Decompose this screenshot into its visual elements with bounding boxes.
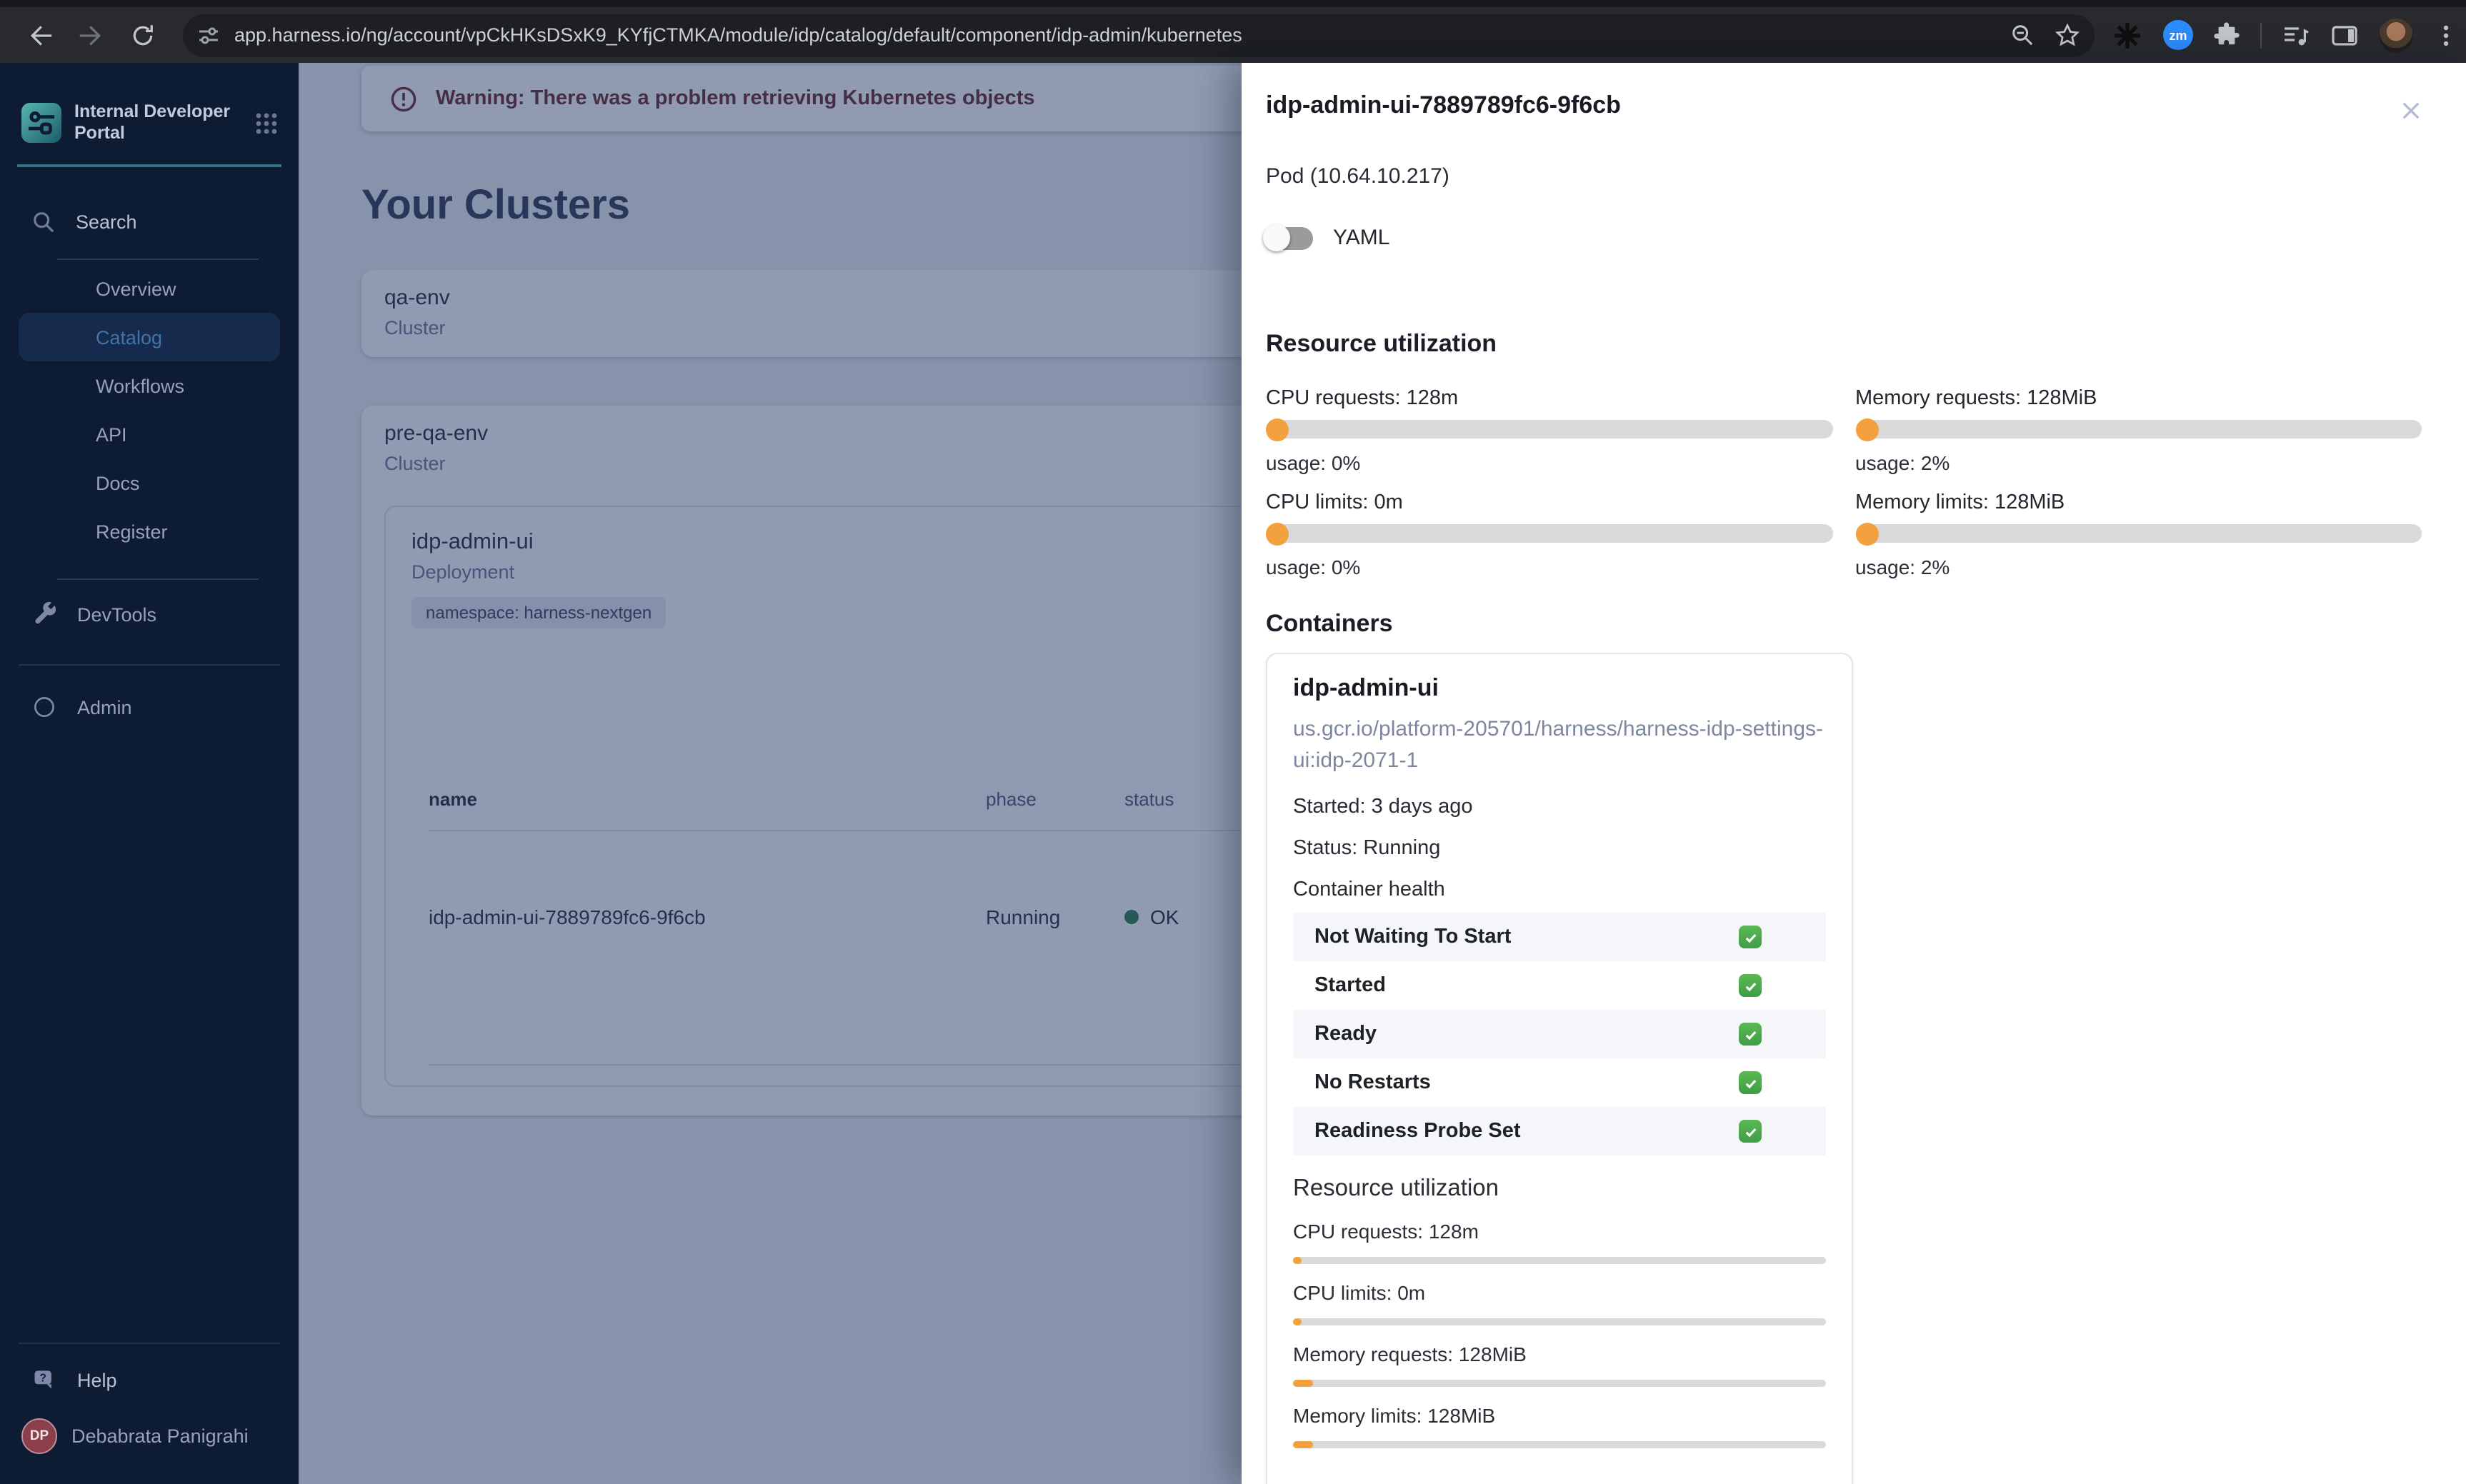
container-status: Status: Running	[1293, 837, 1441, 860]
sidebar-divider	[19, 664, 280, 666]
check-passed-icon	[1739, 974, 1762, 997]
search-icon	[31, 209, 56, 234]
memory-requests-bar	[1855, 418, 2422, 441]
site-settings-icon[interactable]	[197, 24, 220, 46]
health-check-row: Readiness Probe Set	[1293, 1107, 1826, 1155]
product-title: Internal Developer Portal	[74, 101, 231, 143]
container-name: idp-admin-ui	[1293, 674, 1439, 701]
zoom-page-icon[interactable]	[2010, 23, 2035, 47]
wrench-icon	[31, 601, 57, 627]
bar-knob	[1855, 418, 1878, 441]
container-started: Started: 3 days ago	[1293, 796, 1473, 818]
sidebar-item-devtools[interactable]: DevTools	[0, 590, 299, 638]
user-name: Debabrata Panigrahi	[71, 1425, 249, 1446]
sidebar-item-admin[interactable]: Admin	[0, 683, 299, 731]
metric-label: Memory limits: 128MiB	[1293, 1404, 1496, 1427]
bar-knob	[1266, 522, 1289, 545]
drawer-title: idp-admin-ui-7889789fc6-9f6cb	[1266, 91, 1621, 119]
toolbar-divider	[2260, 22, 2262, 48]
resource-utilization-grid: CPU requests: 128m usage: 0% CPU limits:…	[1266, 387, 2422, 596]
sidebar-item-label: Search	[76, 211, 137, 232]
sidebar-item-help[interactable]: ? Help	[0, 1355, 299, 1404]
back-icon[interactable]	[20, 15, 60, 55]
containers-heading: Containers	[1266, 610, 1393, 637]
cpu-limits-bar	[1266, 522, 1832, 545]
pod-ip-subtitle: Pod (10.64.10.217)	[1266, 164, 1449, 189]
url-bar[interactable]: app.harness.io/ng/account/vpCkHKsDSxK9_K…	[183, 14, 2095, 56]
sidebar-user[interactable]: DP Debabrata Panigrahi	[0, 1404, 299, 1467]
sidebar-divider	[57, 578, 259, 580]
metric-label: Memory requests: 128MiB	[1855, 387, 2097, 410]
cpu-requests-mini-bar	[1293, 1257, 1826, 1264]
metric-usage: usage: 0%	[1266, 556, 1361, 578]
metric-label: CPU requests: 128m	[1266, 387, 1459, 410]
check-passed-icon	[1739, 926, 1762, 948]
idp-logo	[21, 103, 61, 143]
url-text: app.harness.io/ng/account/vpCkHKsDSxK9_K…	[234, 24, 1242, 46]
metric-label: CPU requests: 128m	[1293, 1220, 1479, 1243]
container-health-heading: Container health	[1293, 878, 1445, 901]
browser-menu-kebab-icon[interactable]	[2433, 22, 2459, 48]
help-chat-icon: ?	[31, 1367, 57, 1393]
container-resource-heading: Resource utilization	[1293, 1175, 1499, 1201]
check-passed-icon	[1739, 1071, 1762, 1094]
bookmark-star-icon[interactable]	[2055, 22, 2080, 48]
container-image: us.gcr.io/platform-205701/harness/harnes…	[1293, 717, 1824, 773]
check-passed-icon	[1739, 1023, 1762, 1046]
zoom-extension-icon[interactable]: zm	[2163, 20, 2193, 50]
health-check-row: No Restarts	[1293, 1058, 1826, 1107]
metric-usage: usage: 2%	[1855, 451, 1950, 474]
bar-knob	[1855, 522, 1878, 545]
sidebar-item-catalog[interactable]: Catalog	[19, 313, 280, 361]
reload-icon[interactable]	[123, 15, 163, 55]
forward-icon[interactable]	[71, 15, 111, 55]
sidebar-item-workflows[interactable]: Workflows	[19, 361, 280, 410]
window-top-strip	[0, 0, 2466, 7]
sidebar-item-docs[interactable]: Docs	[19, 458, 280, 507]
help-label: Help	[77, 1369, 117, 1390]
resource-utilization-heading: Resource utilization	[1266, 330, 1497, 357]
sidebar-item-api[interactable]: API	[19, 410, 280, 458]
browser-profile-avatar[interactable]	[2379, 18, 2413, 52]
metric-usage: usage: 2%	[1855, 556, 1950, 578]
bar-knob	[1266, 418, 1289, 441]
yaml-toggle-label: YAML	[1333, 226, 1390, 250]
check-passed-icon	[1739, 1120, 1762, 1143]
metric-usage: usage: 0%	[1266, 451, 1361, 474]
memory-limits-bar	[1855, 522, 2422, 545]
sidebar-accent-divider	[17, 164, 281, 167]
side-panel-icon[interactable]	[2330, 21, 2359, 49]
container-card: idp-admin-ui us.gcr.io/platform-205701/h…	[1266, 653, 1853, 1484]
memory-limits-mini-bar	[1293, 1441, 1826, 1448]
sidebar-item-overview[interactable]: Overview	[19, 264, 280, 313]
metric-label: CPU limits: 0m	[1266, 491, 1403, 514]
pod-details-drawer: idp-admin-ui-7889789fc6-9f6cb Pod (10.64…	[1242, 63, 2466, 1484]
health-check-row: Started	[1293, 961, 1826, 1010]
yaml-toggle[interactable]	[1263, 224, 1313, 251]
extensions-puzzle-icon[interactable]	[2213, 21, 2240, 49]
sidebar-item-search[interactable]: Search	[0, 197, 299, 246]
container-health-list: Not Waiting To Start Started Ready No Re…	[1293, 913, 1826, 1155]
cpu-requests-bar	[1266, 418, 1832, 441]
apps-waffle-icon[interactable]	[254, 111, 279, 135]
sidebar-item-register[interactable]: Register	[19, 507, 280, 556]
metric-label: CPU limits: 0m	[1293, 1281, 1426, 1304]
memory-requests-mini-bar	[1293, 1380, 1826, 1387]
sidebar: Internal Developer Portal Search Overvie…	[0, 63, 299, 1484]
gear-icon	[31, 694, 57, 720]
svg-text:?: ?	[40, 1373, 46, 1385]
browser-toolbar: app.harness.io/ng/account/vpCkHKsDSxK9_K…	[0, 0, 2466, 63]
sidebar-divider	[19, 1343, 280, 1344]
sidebar-divider	[57, 259, 259, 260]
cpu-limits-mini-bar	[1293, 1318, 1826, 1325]
metric-label: Memory requests: 128MiB	[1293, 1343, 1527, 1365]
media-controls-icon[interactable]	[2282, 21, 2310, 49]
metric-label: Memory limits: 128MiB	[1855, 491, 2065, 514]
user-avatar: DP	[21, 1418, 57, 1453]
screen: app.harness.io/ng/account/vpCkHKsDSxK9_K…	[0, 0, 2466, 1484]
health-check-row: Ready	[1293, 1010, 1826, 1058]
loom-extension-icon[interactable]	[2112, 19, 2143, 51]
health-check-row: Not Waiting To Start	[1293, 913, 1826, 961]
close-icon[interactable]	[2400, 100, 2422, 121]
